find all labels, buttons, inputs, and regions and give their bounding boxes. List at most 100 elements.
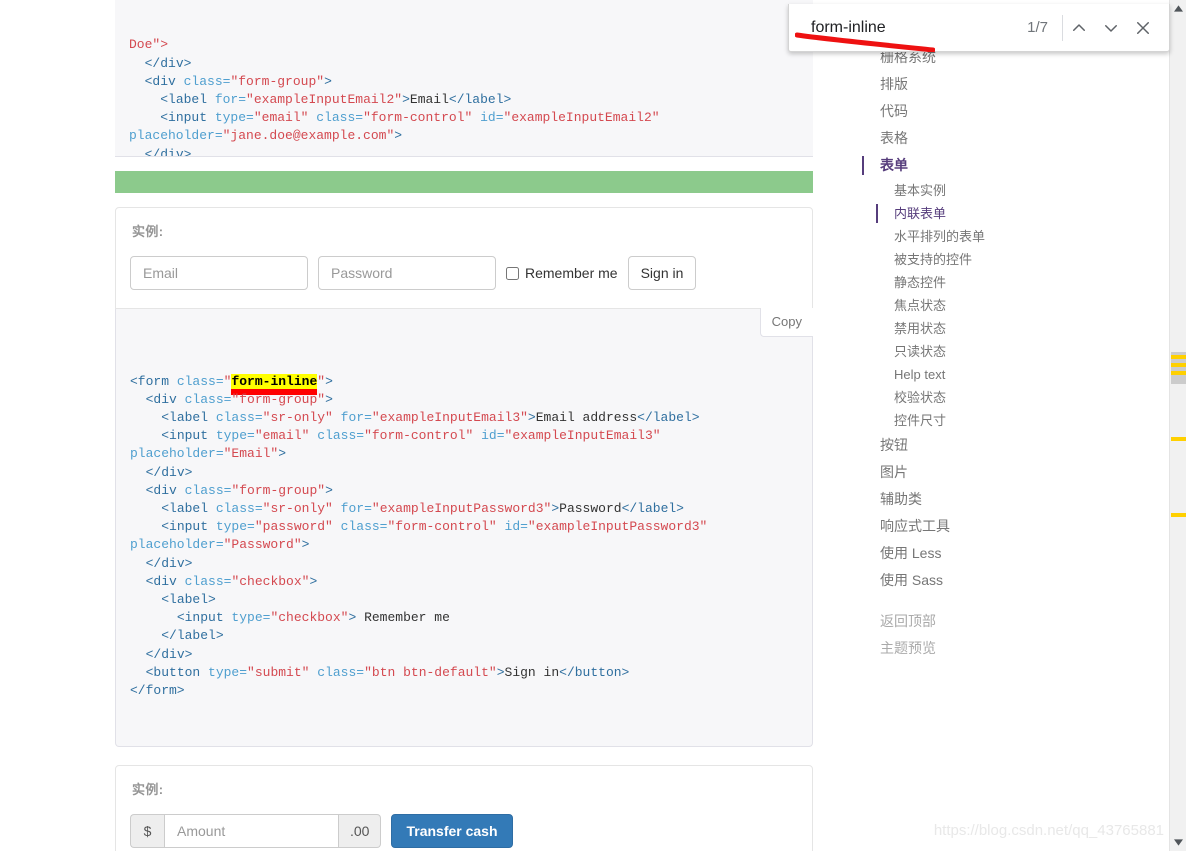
- code-token: id=: [504, 519, 528, 535]
- sidebar-item[interactable]: 主题预览: [862, 635, 1032, 662]
- sidebar-item[interactable]: 表格: [862, 125, 1032, 152]
- code-line: </div>: [130, 464, 798, 482]
- example-label-signin: 实例:: [132, 224, 164, 239]
- sidebar-item[interactable]: 禁用状态: [862, 317, 1032, 340]
- code-token: class=: [176, 373, 224, 389]
- code-lines-top: Doe"> </div> <div class="form-group"> <l…: [129, 36, 799, 156]
- sidebar-item-label: 焦点状态: [894, 298, 947, 313]
- sidebar-item[interactable]: 基本实例: [862, 179, 1032, 202]
- sidebar-item[interactable]: 水平排列的表单: [862, 225, 1032, 248]
- code-line: <input type="checkbox"> Remember me: [130, 609, 798, 627]
- sidebar-item[interactable]: 被支持的控件: [862, 248, 1032, 271]
- sidebar-item-label: 排版: [880, 76, 908, 92]
- amount-input[interactable]: [164, 813, 339, 848]
- code-token: "form-control": [364, 428, 474, 444]
- copy-button-signin[interactable]: Copy: [759, 308, 813, 337]
- find-close-icon[interactable]: [1127, 8, 1159, 48]
- code-token: </label>: [637, 410, 700, 426]
- sidebar-item[interactable]: 图片: [862, 459, 1032, 486]
- code-token: "Password": [223, 537, 302, 553]
- code-token: </button>: [559, 664, 630, 680]
- code-token: "checkbox": [270, 610, 349, 626]
- sidebar-item[interactable]: 排版: [862, 71, 1032, 98]
- find-next-icon[interactable]: [1095, 8, 1127, 48]
- transfer-cash-button[interactable]: Transfer cash: [391, 813, 513, 848]
- browser-scrollbar[interactable]: [1169, 0, 1186, 851]
- code-line: placeholder="Password">: [130, 536, 798, 554]
- sidebar-item[interactable]: 校验状态: [862, 386, 1032, 409]
- scrollbar-up-arrow-icon[interactable]: [1170, 0, 1186, 17]
- code-token: type=: [215, 519, 255, 535]
- code-token: </div>: [145, 555, 193, 571]
- sidebar-item[interactable]: 表单: [862, 152, 1032, 179]
- remember-me-label: Remember me: [525, 265, 618, 281]
- sidebar-item[interactable]: 返回顶部: [862, 608, 1032, 635]
- password-input[interactable]: [318, 256, 496, 290]
- sign-in-button[interactable]: Sign in: [627, 256, 697, 290]
- sidebar-item[interactable]: 使用 Sass: [862, 567, 1032, 594]
- remember-me-checkbox[interactable]: [506, 266, 519, 280]
- cents-addon: .00: [339, 813, 382, 848]
- sidebar-item-label: 表格: [880, 130, 908, 146]
- code-token: >: [325, 373, 333, 389]
- code-token: "submit": [247, 664, 310, 680]
- sidebar-item[interactable]: Help text: [862, 363, 1032, 386]
- sidebar-item-label: 使用 Less: [880, 545, 942, 561]
- email-input[interactable]: [130, 256, 308, 290]
- sidenav-gap: [862, 594, 1032, 608]
- code-token: class=: [183, 73, 231, 89]
- sidebar-item-label: 内联表单: [894, 206, 947, 221]
- sidebar-item[interactable]: 代码: [862, 98, 1032, 125]
- sidebar-item-label: 被支持的控件: [894, 252, 973, 267]
- remember-me-checkbox-label[interactable]: Remember me: [506, 265, 618, 281]
- sidebar-item[interactable]: 内联表单: [862, 202, 1032, 225]
- example-box-transfer: 实例: $ .00 Transfer cash: [115, 764, 813, 851]
- code-token: <input: [161, 428, 216, 444]
- code-token: type=: [208, 664, 248, 680]
- sidebar-item[interactable]: 只读状态: [862, 340, 1032, 363]
- example-label-transfer: 实例:: [132, 781, 164, 797]
- code-line: <div class="checkbox">: [130, 573, 798, 591]
- code-token: "form-control": [387, 519, 497, 535]
- code-token: "exampleInputPassword3": [527, 519, 708, 535]
- code-token: </label>: [161, 628, 224, 644]
- sidenav-items: 栅格系统 排版 代码 表格 表单 基本实例 内联表单 水平排列的表单 被支持的控件 静态控件 焦点状…: [862, 44, 1032, 594]
- sidebar-item-label: 使用 Sass: [880, 572, 944, 588]
- code-token: class=: [317, 428, 365, 444]
- find-input[interactable]: [789, 18, 1028, 37]
- sidebar-item-label: 基本实例: [894, 183, 947, 198]
- sidebar-item[interactable]: 静态控件: [862, 271, 1032, 294]
- code-line: </div>: [129, 146, 799, 156]
- code-token: placeholder=: [129, 128, 223, 144]
- sidebar-item[interactable]: 辅助类: [862, 486, 1032, 513]
- sidebar-item[interactable]: 使用 Less: [862, 540, 1032, 567]
- scrollbar-down-arrow-icon[interactable]: [1170, 834, 1186, 851]
- code-block-basic-form: Doe"> </div> <div class="form-group"> <l…: [115, 0, 813, 157]
- sidebar-item[interactable]: 按钮: [862, 432, 1032, 459]
- sidebar-item-label: 控件尺寸: [894, 413, 947, 428]
- ad-banner-strip: [115, 171, 813, 193]
- sidebar-item-label: 图片: [880, 464, 908, 480]
- code-token: "email": [253, 110, 309, 126]
- sidebar-item[interactable]: 焦点状态: [862, 294, 1032, 317]
- code-token: id=: [481, 428, 505, 444]
- code-token: "form-group": [231, 482, 326, 498]
- sidebar-item[interactable]: 响应式工具: [862, 513, 1032, 540]
- code-token: class=: [317, 664, 365, 680]
- example-box-signin: 实例: Remember me Sign in: [115, 207, 813, 309]
- code-token: >: [325, 482, 333, 498]
- find-previous-icon[interactable]: [1063, 8, 1095, 48]
- code-line: <label>: [130, 591, 798, 609]
- sidebar-item-label: 水平排列的表单: [894, 229, 986, 244]
- code-token: <input: [161, 519, 216, 535]
- sidebar-item[interactable]: 控件尺寸: [862, 409, 1032, 432]
